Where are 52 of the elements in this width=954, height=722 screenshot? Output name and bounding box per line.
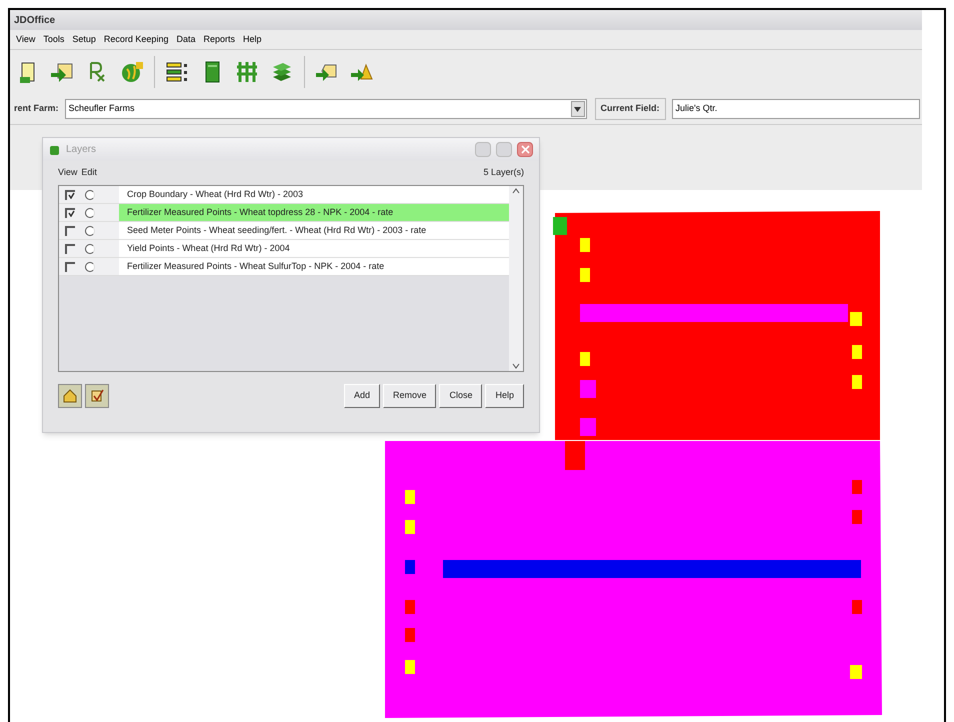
scroll-down-icon[interactable] — [512, 363, 520, 369]
layer-count: 5 Layer(s) — [483, 166, 524, 180]
folder-button[interactable] — [58, 384, 82, 408]
close-button[interactable] — [517, 142, 533, 157]
edit-radio[interactable] — [85, 190, 95, 200]
scroll-up-icon[interactable] — [512, 188, 520, 194]
menu-item[interactable]: View — [16, 32, 36, 46]
grid-icon[interactable] — [234, 59, 260, 85]
dialog-button[interactable]: Help — [485, 384, 524, 408]
view-checkbox[interactable] — [65, 226, 75, 236]
menu-item[interactable]: Setup — [72, 32, 96, 46]
layer-row[interactable]: Crop Boundary - Wheat (Hrd Rd Wtr) - 2003 — [59, 186, 509, 204]
field-label: Current Field: — [594, 98, 666, 120]
house-icon — [62, 388, 78, 404]
dropdown-arrow-icon — [574, 106, 582, 112]
field-input[interactable]: Julie's Qtr. — [672, 99, 920, 119]
layer-name: Fertilizer Measured Points - Wheat SulfurTop - NPK - 2004 - rate — [126, 260, 384, 273]
farm-select[interactable]: Scheufler Farms — [64, 99, 587, 119]
menu-item[interactable]: Reports — [203, 32, 235, 46]
menu-item[interactable]: Data — [176, 32, 196, 46]
dialog-button[interactable]: Add — [344, 384, 380, 408]
dialog-button[interactable]: Remove — [382, 384, 436, 408]
view-checkbox[interactable] — [65, 190, 75, 200]
farm-label: rent Farm: — [14, 102, 59, 116]
layer-name: Fertilizer Measured Points - Wheat topdress 28 - NPK - 2004 - rate — [126, 206, 394, 219]
layer-row[interactable]: Fertilizer Measured Points - Wheat SulfurTop - NPK - 2004 - rate — [59, 258, 509, 276]
edit-radio[interactable] — [85, 262, 95, 272]
layer-name: Yield Points - Wheat (Hrd Rd Wtr) - 2004 — [126, 242, 290, 255]
view-checkbox[interactable] — [65, 262, 75, 272]
menu-item[interactable]: Record Keeping — [104, 32, 168, 46]
layer-name: Seed Meter Points - Wheat seeding/fert. - Wheat (Hrd Rd Wtr) - 2003 - rate — [126, 224, 426, 237]
edit-layer-button[interactable] — [85, 384, 109, 408]
edit-radio[interactable] — [85, 208, 95, 218]
checklist-icon — [89, 388, 105, 404]
close-icon — [520, 145, 530, 154]
dialog-button[interactable]: Close — [439, 384, 482, 408]
dialog-title: Layers — [66, 143, 96, 157]
view-checkbox[interactable] — [65, 208, 75, 218]
scrollbar[interactable] — [509, 186, 523, 371]
window-title: JDOffice — [14, 14, 56, 28]
edit-radio[interactable] — [85, 226, 95, 236]
column-header: Edit — [81, 166, 97, 180]
menu-item[interactable]: Help — [242, 32, 262, 46]
layer-row[interactable]: Seed Meter Points - Wheat seeding/fert. - Wheat (Hrd Rd Wtr) - 2003 - rate — [59, 222, 509, 240]
layer-row[interactable]: Fertilizer Measured Points - Wheat topdress 28 - NPK - 2004 - rate — [59, 204, 509, 222]
layer-row[interactable]: Yield Points - Wheat (Hrd Rd Wtr) - 2004 — [59, 240, 509, 258]
view-checkbox[interactable] — [65, 244, 75, 254]
layer-name: Crop Boundary - Wheat (Hrd Rd Wtr) - 2003 — [126, 188, 304, 201]
edit-radio[interactable] — [85, 244, 95, 254]
column-header: View — [58, 166, 78, 180]
menu-item[interactable]: Tools — [43, 32, 64, 46]
globe-icon[interactable] — [119, 59, 145, 85]
